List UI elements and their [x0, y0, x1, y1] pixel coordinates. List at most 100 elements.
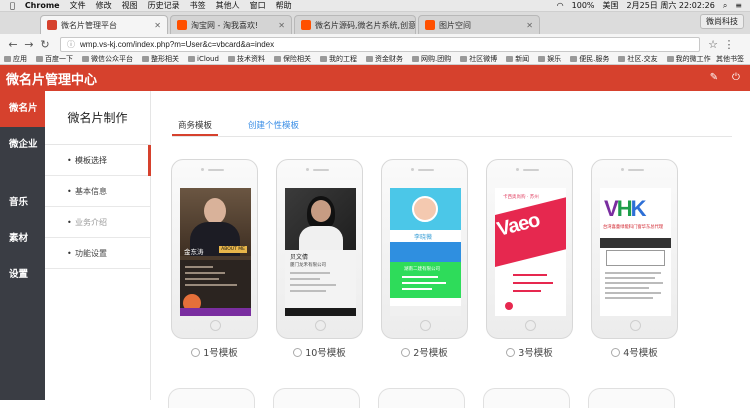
template-label: 2号模板 — [413, 348, 448, 359]
phone-frame: 贝文倩 厦门龙禾有限公司 — [276, 159, 363, 339]
template-card[interactable] — [168, 388, 255, 408]
folder-icon — [460, 56, 468, 62]
tab-title: 图片空间 — [439, 20, 471, 30]
logout-icon[interactable]: ⏻ — [730, 72, 742, 84]
radio-icon[interactable] — [506, 347, 516, 357]
subnav-item-template[interactable]: 模板选择 — [45, 145, 151, 176]
tab-taobao[interactable]: 淘宝网 - 淘我喜欢! ✕ — [170, 15, 292, 34]
wifi-icon[interactable]: ◠ — [557, 1, 564, 10]
template-tabs: 商务模板 创建个性模板 — [172, 119, 732, 137]
bookmark-item[interactable]: iCloud — [188, 55, 219, 63]
app-title: 微名片管理中心 — [6, 71, 98, 87]
bookmark-item[interactable]: 整形相关 — [142, 54, 179, 64]
main-content: 商务模板 创建个性模板 金东涛 ABOUT ME 1号模板 贝文倩 厦门龙禾有限… — [152, 91, 750, 408]
preview-name: 贝文倩 — [290, 254, 309, 261]
menu-bookmarks[interactable]: 书签 — [190, 0, 206, 11]
search-icon[interactable]: ⌕ — [723, 1, 727, 11]
battery-level[interactable]: 100% — [572, 1, 595, 10]
bookmark-item[interactable]: 我的微工作 — [666, 54, 711, 64]
tab-image-space[interactable]: 图片空间 ✕ — [418, 15, 540, 34]
menu-help[interactable]: 帮助 — [276, 0, 292, 11]
template-card[interactable] — [483, 388, 570, 408]
template-card[interactable] — [378, 388, 465, 408]
template-radio[interactable]: 3号模板 — [506, 345, 553, 359]
template-card[interactable]: 金东涛 ABOUT ME 1号模板 — [168, 159, 261, 359]
menu-view[interactable]: 视图 — [122, 0, 138, 11]
bookmark-item[interactable]: 我的工程 — [319, 54, 357, 64]
sidebar-item-music[interactable]: 音乐 — [0, 185, 45, 221]
template-card[interactable]: 李晓薇 湖南二建有限公司 2号模板 — [378, 159, 471, 359]
radio-icon[interactable] — [611, 347, 621, 357]
tab-business-templates[interactable]: 商务模板 — [172, 119, 219, 136]
tab-title: 微名片管理平台 — [61, 20, 117, 30]
menu-window[interactable]: 窗口 — [250, 0, 266, 11]
apps-icon — [4, 56, 11, 62]
menu-edit[interactable]: 修改 — [96, 0, 112, 11]
tab-custom-template[interactable]: 创建个性模板 — [242, 119, 305, 136]
template-card[interactable] — [273, 388, 360, 408]
chrome-menu-icon[interactable]: ⋮ — [722, 38, 736, 51]
tab-weimingpian[interactable]: 微名片管理平台 ✕ — [40, 15, 168, 34]
bookmark-item[interactable]: 新闻 — [506, 54, 529, 64]
template-list: 金东涛 ABOUT ME 1号模板 贝文倩 厦门龙禾有限公司 10号模板 李晓薇… — [168, 159, 693, 359]
subnav-item-basic-info[interactable]: 基本信息 — [45, 176, 150, 207]
bookmark-item[interactable]: 资金财务 — [365, 54, 403, 64]
template-radio[interactable]: 1号模板 — [191, 345, 238, 359]
next-template-row — [168, 388, 693, 408]
close-icon[interactable]: ✕ — [278, 21, 285, 30]
star-icon[interactable]: ☆ — [706, 38, 720, 51]
forward-icon[interactable]: → — [22, 38, 36, 51]
sidebar-item-material[interactable]: 素材 — [0, 221, 45, 257]
template-card[interactable]: 贝文倩 厦门龙禾有限公司 10号模板 — [273, 159, 366, 359]
sidebar-item-card[interactable]: 微名片 — [0, 91, 45, 127]
folder-icon — [538, 56, 546, 62]
sub-navigation: 微名片制作 模板选择 基本信息 业务介绍 功能设置 — [45, 91, 151, 400]
tab-title: 微名片源码,微名片系统,创意名片 — [315, 20, 416, 30]
template-radio[interactable]: 10号模板 — [293, 345, 346, 359]
radio-icon[interactable] — [401, 347, 411, 357]
subnav-item-business[interactable]: 业务介绍 — [45, 207, 150, 238]
sidebar-item-enterprise[interactable]: 微企业 — [0, 127, 45, 163]
tab-source[interactable]: 微名片源码,微名片系统,创意名片 ✕ — [294, 15, 416, 34]
reload-icon[interactable]: ↻ — [38, 38, 52, 51]
close-icon[interactable]: ✕ — [154, 21, 161, 30]
folder-icon — [618, 56, 626, 62]
template-card[interactable] — [588, 388, 675, 408]
edit-icon[interactable]: ✎ — [708, 72, 720, 84]
folder-icon — [227, 56, 235, 62]
url-input[interactable]: ⓘ wmp.vs-kj.com/index.php?m=User&c=vbcar… — [60, 36, 700, 52]
radio-icon[interactable] — [191, 347, 201, 357]
bookmark-item[interactable]: 微信公众平台 — [82, 54, 133, 64]
template-radio[interactable]: 2号模板 — [401, 345, 448, 359]
input-region[interactable]: 美国 — [603, 0, 619, 11]
menu-people[interactable]: 其他人 — [216, 0, 240, 11]
page-info-icon[interactable]: ⓘ — [67, 39, 75, 50]
profile-button[interactable]: 微尚科技 — [700, 14, 744, 29]
sidebar-item-settings[interactable]: 设置 — [0, 257, 45, 293]
template-card[interactable]: 卡西奥尚购 · 苏州 Vaeo 3号模板 — [483, 159, 576, 359]
menu-chrome[interactable]: Chrome — [25, 1, 60, 10]
bookmark-item[interactable]: 保险相关 — [273, 54, 311, 64]
bookmark-item[interactable]: 便民.服务 — [570, 54, 609, 64]
bookmark-item[interactable]: 技术资料 — [227, 54, 265, 64]
bookmark-item[interactable]: 社区微博 — [460, 54, 497, 64]
bookmark-item[interactable]: 应用 — [4, 54, 27, 64]
radio-icon[interactable] — [293, 347, 303, 357]
preview-company: 湖南二建有限公司 — [404, 267, 440, 272]
apple-icon[interactable]:  — [10, 1, 15, 10]
bookmark-item[interactable]: 百度一下 — [36, 54, 73, 64]
bookmark-item[interactable]: 社区.交友 — [618, 54, 658, 64]
bookmark-item[interactable]: 娱乐 — [538, 54, 561, 64]
close-icon[interactable]: ✕ — [526, 21, 533, 30]
clock[interactable]: 2月25日 周六 22:02:26 — [627, 0, 715, 11]
menu-history[interactable]: 历史记录 — [148, 0, 180, 11]
other-bookmarks[interactable]: 其他书签 — [716, 54, 744, 64]
back-icon[interactable]: ← — [6, 38, 20, 51]
template-card[interactable]: VHK 台湾喜童绿能科门窗华东总代理 4号模板 — [588, 159, 681, 359]
bookmark-item[interactable]: 网购.团购 — [411, 54, 451, 64]
template-radio[interactable]: 4号模板 — [611, 345, 658, 359]
menu-list-icon[interactable]: ≡ — [735, 1, 742, 10]
menu-file[interactable]: 文件 — [70, 0, 86, 11]
subnav-item-functions[interactable]: 功能设置 — [45, 238, 150, 269]
folder-icon — [365, 56, 373, 62]
